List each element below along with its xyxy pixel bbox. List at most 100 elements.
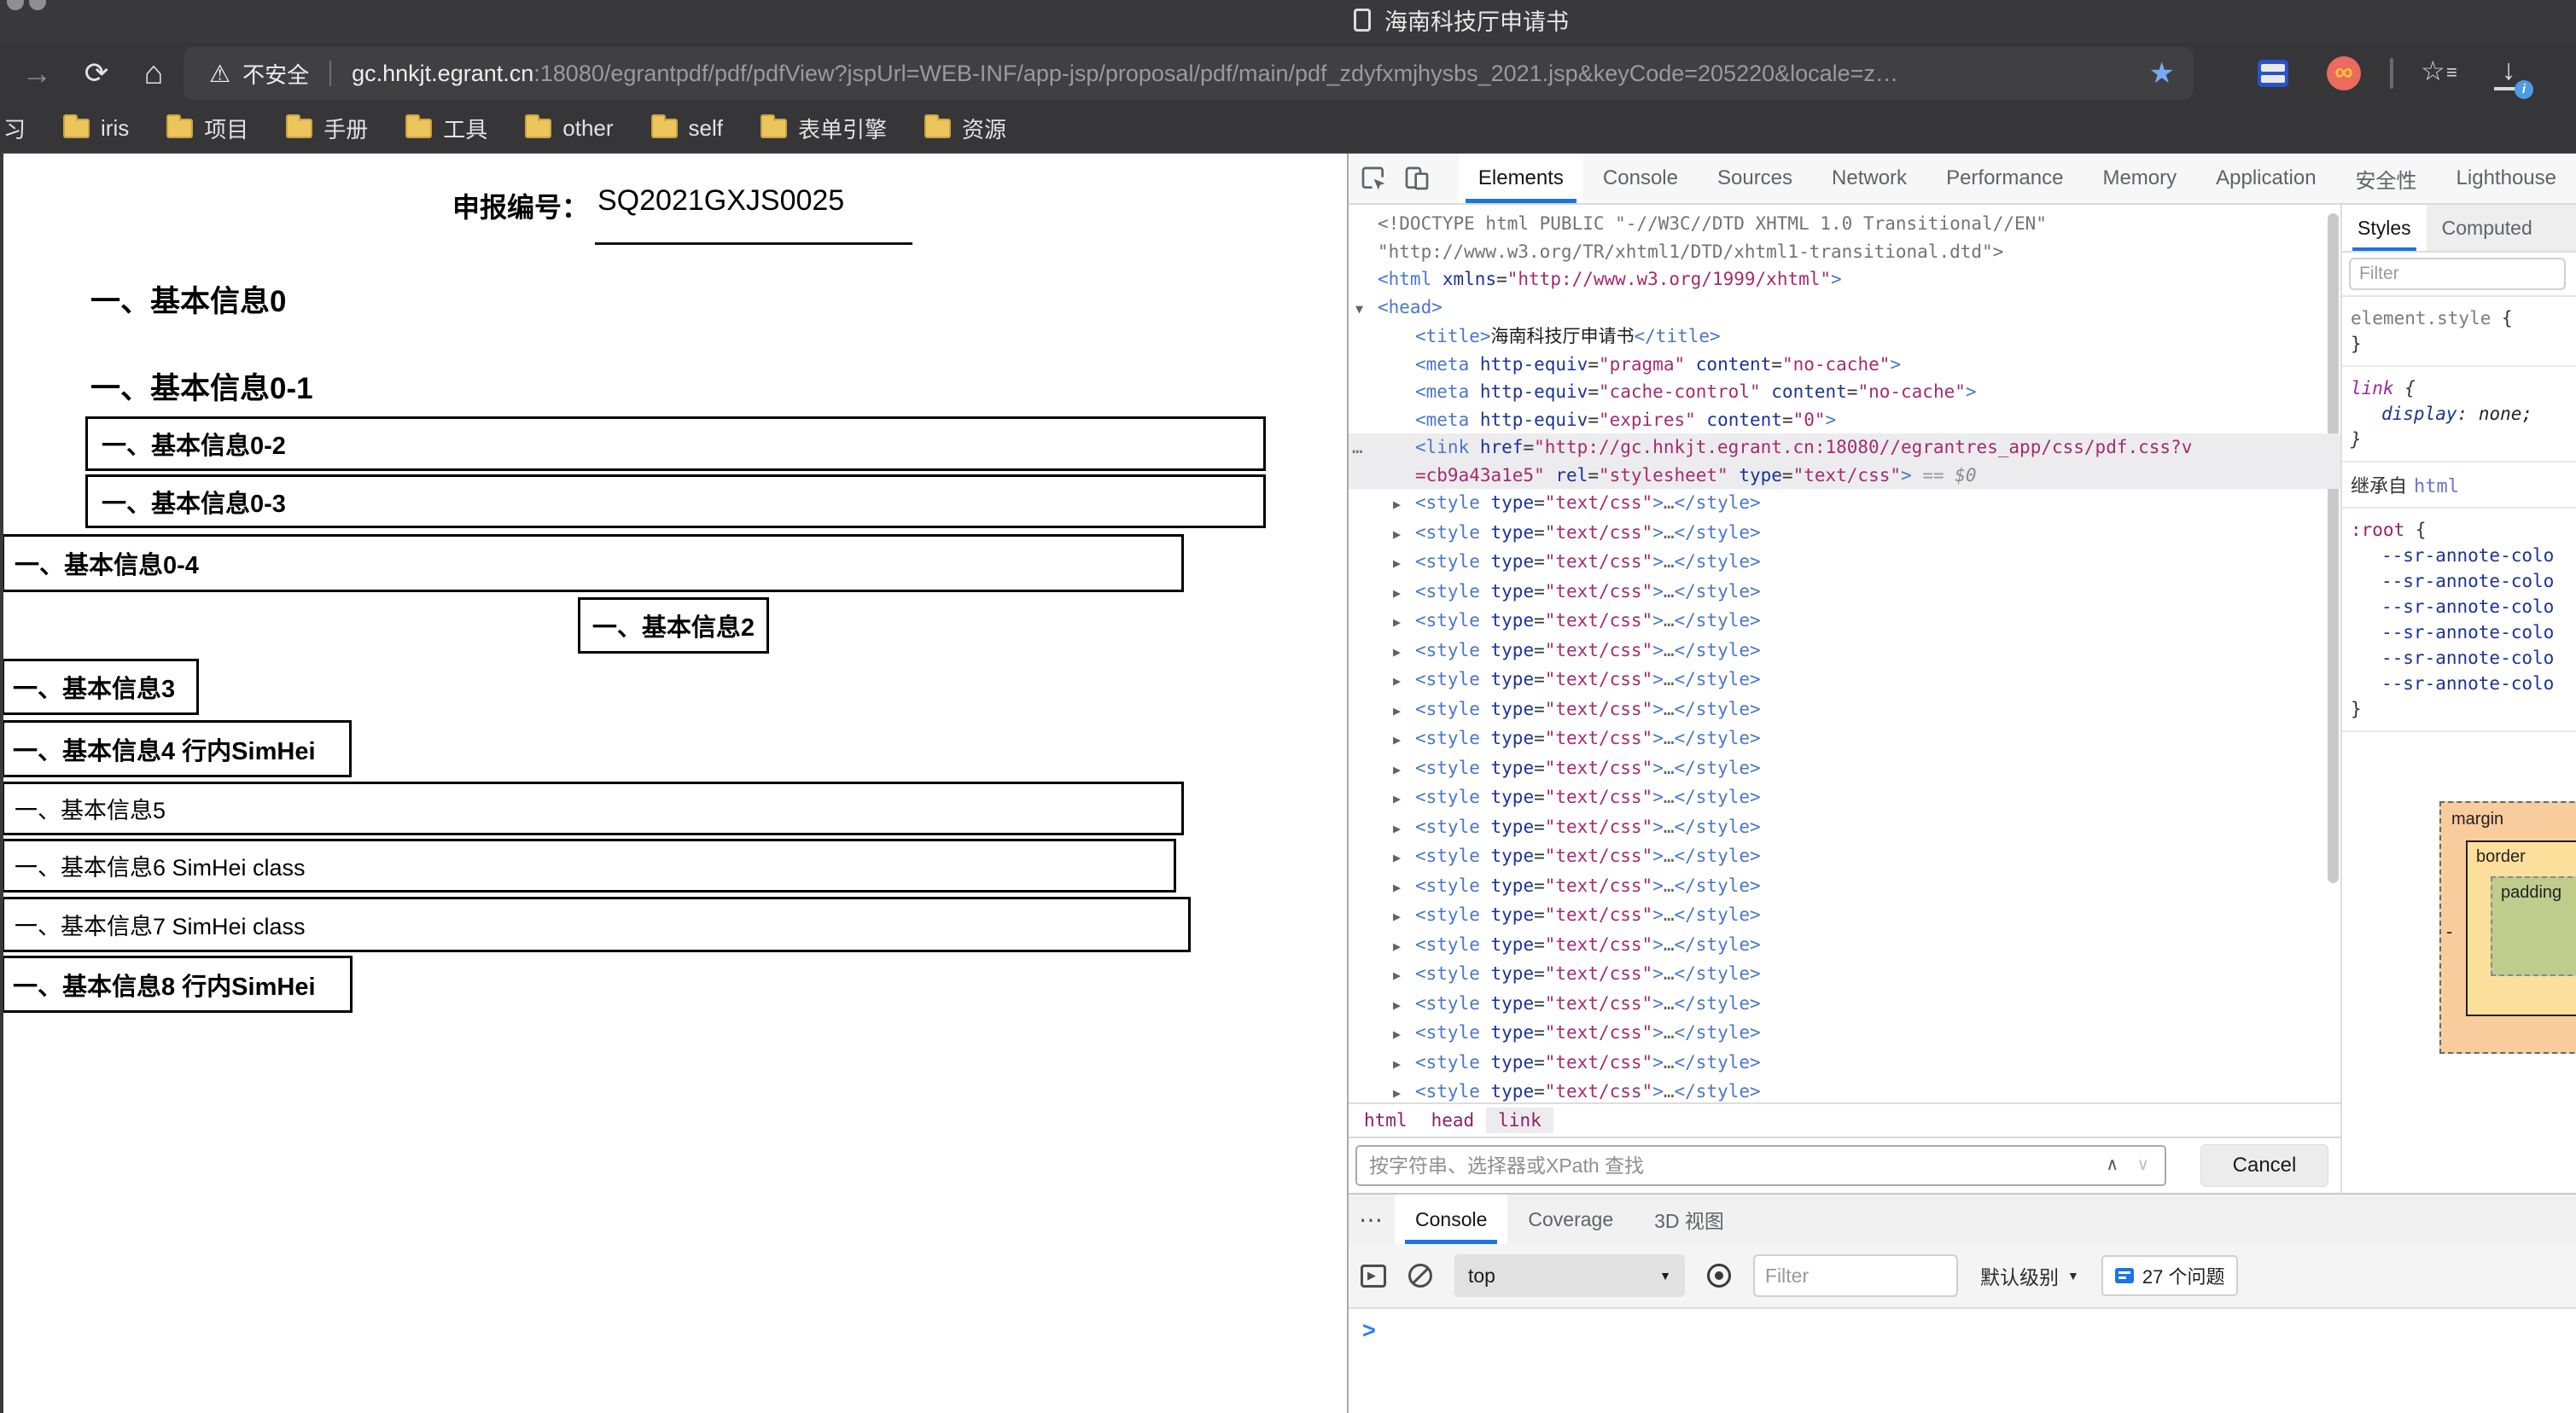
devtools-tab-7[interactable]: 安全性 [2336, 154, 2437, 203]
css-variable-line[interactable]: --sr-annote-colo [2351, 671, 2576, 696]
context-selector[interactable]: top ▼ [1454, 1254, 1685, 1297]
disclosure-arrow-icon[interactable]: ▶ [1393, 726, 1415, 754]
devtools-tab-2[interactable]: Sources [1698, 154, 1812, 203]
home-icon[interactable]: ⌂ [132, 43, 175, 104]
dom-tree-line[interactable]: ▶<style type="text/css">…</style> [1349, 931, 2340, 961]
console-sidebar-icon[interactable]: ▶ [1361, 1265, 1386, 1288]
css-property[interactable]: --sr-annote-colo [2381, 622, 2554, 643]
dom-tree-line[interactable]: ▶<style type="text/css">…</style> [1349, 666, 2340, 695]
dom-tree-line[interactable]: …<link href="http://gc.hnkjt.egrant.cn:1… [1349, 433, 2340, 462]
bookmark-item-5[interactable]: other [525, 115, 613, 142]
dom-tree-line[interactable]: <meta http-equiv="pragma" content="no-ca… [1349, 351, 2340, 379]
dom-tree-line[interactable]: <html xmlns="http://www.w3.org/1999/xhtm… [1349, 265, 2340, 294]
css-variable-line[interactable]: --sr-annote-colo [2351, 594, 2576, 619]
bookmark-star-icon[interactable]: ★ [2149, 56, 2175, 90]
cancel-button[interactable]: Cancel [2200, 1144, 2328, 1187]
browser-tab[interactable]: 海南科技厅申请书 [1354, 3, 1569, 37]
dom-tree-line[interactable]: <meta http-equiv="expires" content="0"> [1349, 406, 2340, 434]
disclosure-arrow-icon[interactable]: ▶ [1393, 608, 1415, 637]
dom-tree-line[interactable]: <title>海南科技厅申请书</title> [1349, 323, 2340, 351]
css-property[interactable]: --sr-annote-colo [2381, 673, 2554, 694]
issues-counter[interactable]: 27 个问题 [2101, 1255, 2239, 1296]
clear-console-icon[interactable] [1408, 1264, 1432, 1288]
breadcrumb-item-link[interactable]: link [1486, 1108, 1553, 1133]
dom-tree-line[interactable]: =cb9a43a1e5" rel="stylesheet" type="text… [1349, 462, 2340, 490]
dom-tree-line[interactable]: ▶<style type="text/css">…</style> [1349, 724, 2340, 754]
disclosure-arrow-icon[interactable]: ▶ [1393, 1050, 1415, 1079]
styles-tab-0[interactable]: Styles [2342, 205, 2427, 251]
dom-tree-line[interactable]: <!DOCTYPE html PUBLIC "-//W3C//DTD XHTML… [1349, 210, 2340, 238]
disclosure-arrow-icon[interactable]: ▼ [1355, 295, 1378, 323]
dom-tree-line[interactable]: ▶<style type="text/css">…</style> [1349, 637, 2340, 666]
disclosure-arrow-icon[interactable]: ▶ [1393, 903, 1415, 931]
rule-selector[interactable]: :root [2351, 520, 2404, 540]
disclosure-arrow-icon[interactable]: ▶ [1393, 520, 1415, 549]
dom-tree-line[interactable]: ▶<style type="text/css">…</style> [1349, 1019, 2340, 1049]
bookmark-item-7[interactable]: 表单引擎 [761, 113, 887, 144]
devtools-tab-6[interactable]: Application [2196, 154, 2335, 203]
bookmark-item-4[interactable]: 工具 [405, 113, 487, 144]
dom-tree-line[interactable]: ▶<style type="text/css">…</style> [1349, 695, 2340, 725]
disclosure-arrow-icon[interactable]: ▶ [1393, 697, 1415, 725]
css-variable-line[interactable]: --sr-annote-colo [2351, 543, 2576, 568]
disclosure-arrow-icon[interactable]: ▶ [1393, 756, 1415, 784]
disclosure-arrow-icon[interactable]: ▶ [1393, 1020, 1415, 1049]
dom-tree-line[interactable]: ▶<style type="text/css">…</style> [1349, 990, 2340, 1020]
devtools-tab-8[interactable]: Lighthouse [2437, 154, 2576, 203]
device-toolbar-icon[interactable] [1398, 160, 1434, 197]
box-model-diagram[interactable]: margin - - - border padding [2439, 801, 2576, 1054]
element-style-rule[interactable]: element.style { } [2342, 297, 2576, 367]
live-expression-icon[interactable] [1707, 1264, 1731, 1288]
console-prompt[interactable]: > [1362, 1317, 1376, 1344]
devtools-tab-0[interactable]: Elements [1459, 154, 1583, 203]
dom-tree-line[interactable]: ▶<style type="text/css">…</style> [1349, 519, 2340, 549]
css-value[interactable]: none; [2479, 404, 2532, 424]
disclosure-arrow-icon[interactable]: ▶ [1393, 933, 1415, 961]
disclosure-arrow-icon[interactable]: ▶ [1393, 1079, 1415, 1102]
bookmarks-list-icon[interactable]: ☆≡ [2421, 55, 2445, 87]
breadcrumb-item-html[interactable]: html [1352, 1108, 1419, 1133]
css-property[interactable]: display [2381, 404, 2457, 424]
dom-tree-line[interactable]: ▶<style type="text/css">…</style> [1349, 960, 2340, 990]
disclosure-arrow-icon[interactable]: ▶ [1393, 785, 1415, 813]
dom-tree-line[interactable]: ▶<style type="text/css">…</style> [1349, 1049, 2340, 1079]
styles-filter-input[interactable] [2349, 258, 2566, 290]
window-control-button[interactable] [29, 0, 46, 10]
dom-tree-line[interactable]: ▶<style type="text/css">…</style> [1349, 901, 2340, 931]
disclosure-arrow-icon[interactable]: ▶ [1393, 991, 1415, 1020]
link-style-rule[interactable]: link { display: none; } [2342, 367, 2576, 462]
more-tabs-icon[interactable]: ⋯ [1359, 1206, 1383, 1234]
drawer-tab-1[interactable]: Coverage [1507, 1195, 1634, 1244]
drawer-tab-0[interactable]: Console [1395, 1195, 1507, 1244]
inherited-node-link[interactable]: html [2414, 476, 2459, 497]
css-variable-line[interactable]: --sr-annote-colo [2351, 619, 2576, 645]
disclosure-arrow-icon[interactable]: ▶ [1393, 815, 1415, 843]
drawer-tab-2[interactable]: 3D 视图 [1634, 1195, 1745, 1244]
css-property[interactable]: --sr-annote-colo [2381, 648, 2554, 668]
window-control-button[interactable] [7, 0, 24, 10]
dom-tree-line[interactable]: ▶<style type="text/css">…</style> [1349, 783, 2340, 813]
extension-infinity-icon[interactable]: ∞ [2327, 56, 2361, 90]
dom-tree-line[interactable]: ▶<style type="text/css">…</style> [1349, 578, 2340, 608]
dom-tree-line[interactable]: ▼<head> [1349, 294, 2340, 323]
rule-selector[interactable]: link [2351, 378, 2394, 398]
devtools-tab-4[interactable]: Performance [1926, 154, 2083, 203]
css-property[interactable]: --sr-annote-colo [2381, 596, 2554, 617]
dom-tree-line[interactable]: ▶<style type="text/css">…</style> [1349, 489, 2340, 519]
disclosure-arrow-icon[interactable]: ▶ [1393, 579, 1415, 608]
security-label[interactable]: 不安全 [242, 58, 309, 90]
bookmark-item-8[interactable]: 资源 [924, 113, 1006, 144]
console-output[interactable]: > [1349, 1309, 2576, 1413]
dom-tree-line[interactable]: ▶<style type="text/css">…</style> [1349, 607, 2340, 637]
bookmark-item-2[interactable]: 项目 [166, 113, 248, 144]
css-variable-line[interactable]: --sr-annote-colo [2351, 568, 2576, 594]
dom-tree-line[interactable]: "http://www.w3.org/TR/xhtml1/DTD/xhtml1-… [1349, 238, 2340, 266]
forward-icon[interactable]: → [15, 43, 58, 104]
css-property[interactable]: --sr-annote-colo [2381, 571, 2554, 591]
log-level-selector[interactable]: 默认级别 ▼ [1980, 1261, 2079, 1290]
breadcrumb-item-head[interactable]: head [1419, 1108, 1487, 1133]
bookmark-item-6[interactable]: self [651, 115, 723, 142]
dom-tree-line[interactable]: ▶<style type="text/css">…</style> [1349, 754, 2340, 784]
dom-tree-line[interactable]: ▶<style type="text/css">…</style> [1349, 842, 2340, 872]
bookmark-item-0[interactable]: 习 [3, 113, 26, 144]
